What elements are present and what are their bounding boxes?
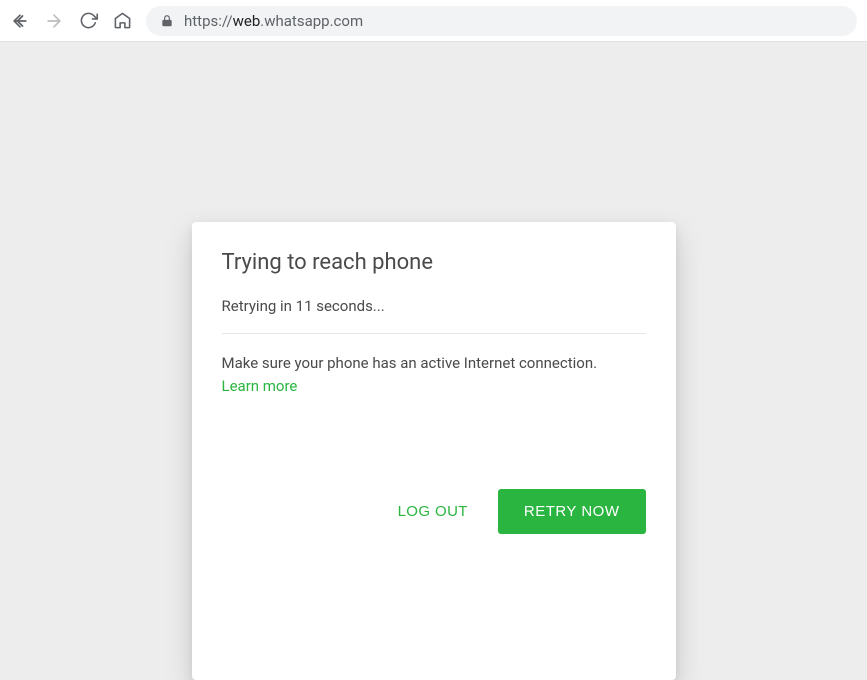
- home-icon[interactable]: [112, 11, 132, 31]
- address-bar[interactable]: https://web.whatsapp.com: [146, 6, 857, 36]
- message-text: Make sure your phone has an active Inter…: [222, 354, 598, 372]
- retry-status: Retrying in 11 seconds...: [222, 297, 646, 334]
- url-text: https://web.whatsapp.com: [184, 12, 363, 30]
- forward-button-icon: [44, 11, 64, 31]
- learn-more-link[interactable]: Learn more: [222, 377, 298, 395]
- modal-actions: LOG OUT RETRY NOW: [222, 489, 646, 534]
- page-body: Trying to reach phone Retrying in 11 sec…: [0, 42, 867, 680]
- reload-icon[interactable]: [78, 11, 98, 31]
- browser-toolbar: https://web.whatsapp.com: [0, 0, 867, 42]
- connection-modal: Trying to reach phone Retrying in 11 sec…: [192, 222, 676, 680]
- lock-icon: [160, 14, 174, 28]
- modal-title: Trying to reach phone: [222, 250, 646, 275]
- logout-button[interactable]: LOG OUT: [398, 503, 468, 520]
- back-button-icon[interactable]: [10, 11, 30, 31]
- retry-now-button[interactable]: RETRY NOW: [498, 489, 646, 534]
- modal-message: Make sure your phone has an active Inter…: [222, 352, 602, 399]
